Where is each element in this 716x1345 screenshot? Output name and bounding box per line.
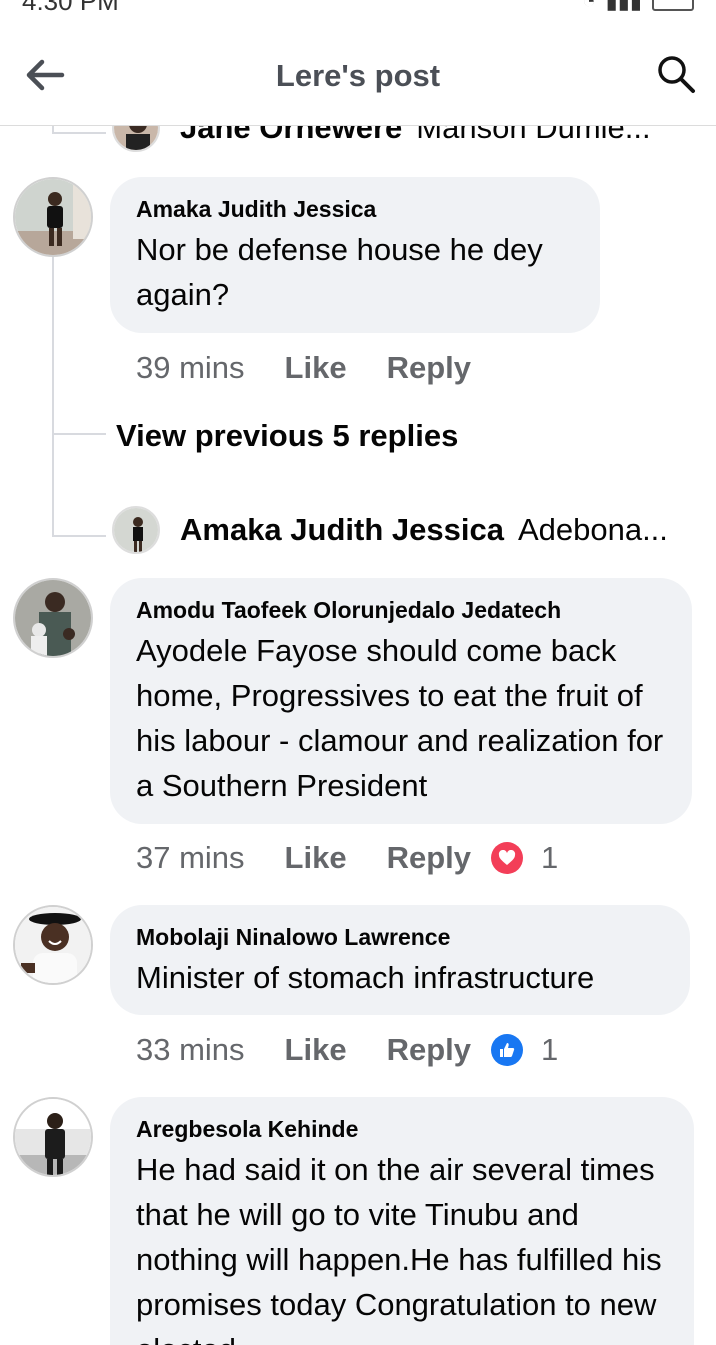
comment-text: He had said it on the air several times … <box>136 1152 662 1345</box>
comment-author[interactable]: Mobolaji Ninalowo Lawrence <box>136 925 664 949</box>
comment-time: 39 mins <box>136 350 245 385</box>
page-title: Lere's post <box>275 58 441 93</box>
reaction-count[interactable]: 1 <box>541 840 558 876</box>
signal-icon: ▮▮▮ <box>605 0 642 13</box>
like-button[interactable]: Like <box>285 840 347 876</box>
thread-connector <box>52 535 106 537</box>
heart-reaction-icon[interactable] <box>491 842 523 874</box>
comment-author[interactable]: Amaka Judith Jessica <box>136 197 574 221</box>
avatar[interactable] <box>13 177 93 257</box>
comment-author[interactable]: Amodu Taofeek Olorunjedalo Jedatech <box>136 598 666 622</box>
status-time: 4:30 PM <box>22 0 119 14</box>
avatar[interactable] <box>13 1097 93 1177</box>
alarm-icon: ◔ <box>582 0 596 13</box>
comment-bubble[interactable]: Aregbesola Kehinde He had said it on the… <box>110 1097 694 1345</box>
comment-bubble[interactable]: Mobolaji Ninalowo Lawrence Minister of s… <box>110 905 690 1015</box>
like-reaction-icon[interactable] <box>491 1034 523 1066</box>
like-button[interactable]: Like <box>285 350 347 386</box>
view-previous-replies[interactable]: View previous 5 replies <box>116 418 458 454</box>
reply-button[interactable]: Reply <box>387 1032 471 1068</box>
like-button[interactable]: Like <box>285 1032 347 1068</box>
reply-button[interactable]: Reply <box>387 840 471 876</box>
avatar[interactable] <box>112 506 160 554</box>
reply-preview-row[interactable]: Amaka Judith Jessica Adebona... <box>180 512 668 548</box>
comment-text: Minister of stomach infrastructure <box>136 960 595 995</box>
comment-text: Nor be defense house he dey again? <box>136 232 543 312</box>
status-bar: 4:30 PM ◔ ▮▮▮ <box>0 0 716 14</box>
search-icon <box>658 56 695 93</box>
avatar[interactable] <box>13 578 93 658</box>
app-header: Lere's post <box>0 14 716 126</box>
comment-bubble[interactable]: Amaka Judith Jessica Nor be defense hous… <box>110 177 600 333</box>
search-button[interactable] <box>656 54 696 94</box>
reaction-count[interactable]: 1 <box>541 1032 558 1068</box>
thread-line <box>52 257 54 537</box>
reply-button[interactable]: Reply <box>387 350 471 386</box>
comment-time: 33 mins <box>136 1032 245 1067</box>
comment-actions: 39 mins Like Reply <box>136 348 491 388</box>
comment-actions: 37 mins Like Reply 1 <box>136 838 558 878</box>
comment-time: 37 mins <box>136 840 245 875</box>
comment-author[interactable]: Aregbesola Kehinde <box>136 1117 668 1141</box>
thread-connector <box>52 433 106 435</box>
battery-icon <box>652 0 694 11</box>
comment-bubble[interactable]: Amodu Taofeek Olorunjedalo Jedatech Ayod… <box>110 578 692 824</box>
thread-connector <box>52 132 106 134</box>
status-icons: ◔ ▮▮▮ <box>582 0 694 14</box>
avatar[interactable] <box>13 905 93 985</box>
comment-actions: 33 mins Like Reply 1 <box>136 1030 558 1070</box>
comment-text: Ayodele Fayose should come back home, Pr… <box>136 633 664 803</box>
reply-preview-text: Adebona... <box>517 512 668 547</box>
reply-author: Amaka Judith Jessica <box>180 512 504 547</box>
